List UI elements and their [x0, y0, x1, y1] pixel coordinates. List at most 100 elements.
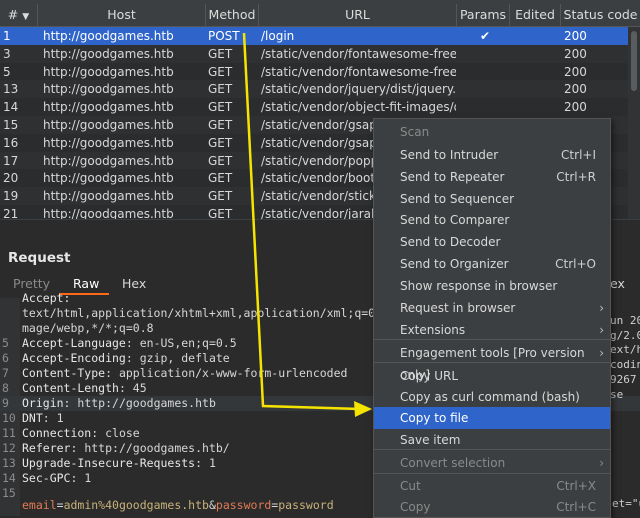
- cell-host: http://goodgames.htb: [43, 82, 174, 97]
- line-code: Content-Length: 45: [22, 381, 147, 395]
- menu-item-send-to-organizer[interactable]: Send to Organizer Ctrl+O: [374, 253, 610, 275]
- header-key: Origin: [22, 396, 64, 410]
- header-value: http://goodgames.htb: [70, 396, 216, 410]
- menu-item-shortcut: Ctrl+X: [556, 479, 596, 493]
- header-value: close: [98, 426, 140, 440]
- scrollbar-thumb[interactable]: [631, 31, 637, 91]
- column-header-method[interactable]: Method: [206, 4, 259, 26]
- menu-item-label: Scan: [400, 125, 430, 139]
- cell-status: 200: [564, 100, 587, 115]
- menu-item-label: Send to Comparer: [400, 213, 510, 227]
- cell-status: 200: [564, 46, 587, 61]
- cell-status: 200: [564, 64, 587, 79]
- cell-url: /static/vendor/jquery/dist/jquery.m...: [261, 82, 456, 97]
- header-key: Accept-Language: [22, 336, 126, 350]
- cell-method: GET: [208, 135, 233, 150]
- table-row[interactable]: 13 http://goodgames.htb GET/static/vendor/…: [0, 80, 640, 99]
- header-value: http://goodgames.htb/: [77, 441, 230, 455]
- cell-method: GET: [208, 46, 233, 61]
- response-peek-line: 9267: [610, 372, 637, 386]
- table-row[interactable]: 3 http://goodgames.htb GET/static/vendor/f…: [0, 44, 640, 63]
- menu-item-label: Request in browser: [400, 301, 516, 315]
- menu-item-label: Copy: [400, 500, 431, 514]
- cell-url: /static/vendor/object-fit-images/dis...: [261, 100, 456, 115]
- menu-item-label: Copy URL: [400, 369, 459, 383]
- menu-item-save-item[interactable]: Save item: [374, 429, 610, 451]
- menu-item-copy: Copy Ctrl+C: [374, 496, 610, 518]
- header-value: gzip, deflate: [132, 351, 230, 365]
- cell-host: http://goodgames.htb: [43, 153, 174, 168]
- menu-item-show-response-in-browser[interactable]: Show response in browser: [374, 275, 610, 297]
- tab-hex[interactable]: Hex: [122, 276, 146, 291]
- cell-host: http://goodgames.htb: [43, 118, 174, 132]
- chevron-right-icon: ›: [599, 323, 604, 337]
- menu-item-cut: Cut Ctrl+X: [374, 475, 610, 497]
- line-number: 8: [2, 381, 9, 395]
- cell-method: GET: [208, 189, 233, 204]
- menu-item-copy-to-file[interactable]: Copy to file: [374, 407, 610, 429]
- line-number: 9: [2, 396, 9, 410]
- menu-item-send-to-decoder[interactable]: Send to Decoder: [374, 231, 610, 253]
- menu-item-send-to-intruder[interactable]: Send to Intruder Ctrl+I: [374, 144, 610, 166]
- cell-host: http://goodgames.htb: [43, 100, 174, 115]
- line-code: Content-Type: application/x-www-form-url…: [22, 366, 348, 380]
- header-value: 1: [49, 411, 64, 425]
- line-number: 13: [2, 456, 16, 470]
- cell-num: 20: [3, 171, 19, 186]
- menu-item-engagement-tools-pro-version-only[interactable]: Engagement tools [Pro version only] ›: [374, 342, 610, 382]
- menu-item-copy-as-curl-command-bash[interactable]: Copy as curl command (bash): [374, 386, 610, 408]
- tab-pretty[interactable]: Pretty: [13, 276, 50, 291]
- line-code: Origin: http://goodgames.htb: [22, 396, 216, 410]
- table-row[interactable]: 5 http://goodgames.htb GET/static/vendor/f…: [0, 62, 640, 81]
- line-number: 11: [2, 426, 16, 440]
- line-code: Accept-Encoding: gzip, deflate: [22, 351, 230, 365]
- table-row[interactable]: 14 http://goodgames.htb GET/static/vendor/…: [0, 98, 640, 117]
- menu-item-shortcut: Ctrl+O: [555, 257, 596, 271]
- cell-host: http://goodgames.htb: [43, 171, 174, 186]
- cell-method: POST: [208, 29, 240, 43]
- cell-url: /static/vendor/fontawesome-free/j...: [261, 64, 456, 79]
- cell-method: GET: [208, 153, 233, 168]
- menu-item-copy-url[interactable]: Copy URL: [374, 365, 610, 387]
- menu-item-label: Show response in browser: [400, 279, 558, 293]
- cell-num: 1: [3, 29, 11, 43]
- cell-params: [470, 63, 500, 81]
- line-number: 5: [2, 336, 9, 350]
- menu-item-send-to-comparer[interactable]: Send to Comparer: [374, 209, 610, 231]
- response-peek-line: ext/h: [610, 343, 640, 357]
- header-key: Sec-GPC: [22, 471, 71, 485]
- menu-item-send-to-repeater[interactable]: Send to Repeater Ctrl+R: [374, 166, 610, 188]
- cell-num: 3: [3, 46, 11, 61]
- cell-host: http://goodgames.htb: [43, 135, 174, 150]
- cell-num: 5: [3, 64, 11, 79]
- cell-url: /static/vendor/fontawesome-free/j...: [261, 46, 456, 61]
- column-header-status[interactable]: Status code: [561, 4, 640, 26]
- column-header-edited[interactable]: Edited: [510, 4, 561, 26]
- tab-raw[interactable]: Raw: [73, 276, 99, 291]
- table-row[interactable]: 1 http://goodgames.htb POST/login ✔ 200: [0, 27, 640, 45]
- cell-method: GET: [208, 118, 233, 132]
- chevron-right-icon: ›: [599, 456, 604, 470]
- table-scrollbar[interactable]: [628, 27, 640, 219]
- cell-host: http://goodgames.htb: [43, 189, 174, 204]
- menu-item-extensions[interactable]: Extensions ›: [374, 319, 610, 341]
- sort-desc-icon: ▼: [22, 12, 30, 22]
- menu-item-shortcut: Ctrl+R: [556, 170, 596, 184]
- line-code: Referer: http://goodgames.htb/: [22, 441, 230, 455]
- cell-params: [470, 98, 500, 116]
- response-peek-line: g/2.0: [610, 328, 640, 342]
- cell-host: http://goodgames.htb: [43, 46, 174, 61]
- column-header-params[interactable]: Params: [457, 4, 510, 26]
- request-panel-title: Request: [8, 250, 71, 266]
- column-header-num[interactable]: # ▼: [0, 4, 38, 26]
- cell-host: http://goodgames.htb: [43, 64, 174, 79]
- context-menu: Scan Send to Intruder Ctrl+I Send to Repeat…: [373, 118, 611, 518]
- menu-item-request-in-browser[interactable]: Request in browser ›: [374, 297, 610, 319]
- response-tab-hex[interactable]: ex: [610, 276, 625, 291]
- column-header-url[interactable]: URL: [259, 4, 457, 26]
- menu-item-send-to-sequencer[interactable]: Send to Sequencer: [374, 188, 610, 210]
- menu-item-shortcut: Ctrl+I: [561, 148, 596, 162]
- cell-url: /login: [261, 29, 295, 43]
- column-header-host[interactable]: Host: [38, 4, 206, 26]
- line-number: 6: [2, 351, 9, 365]
